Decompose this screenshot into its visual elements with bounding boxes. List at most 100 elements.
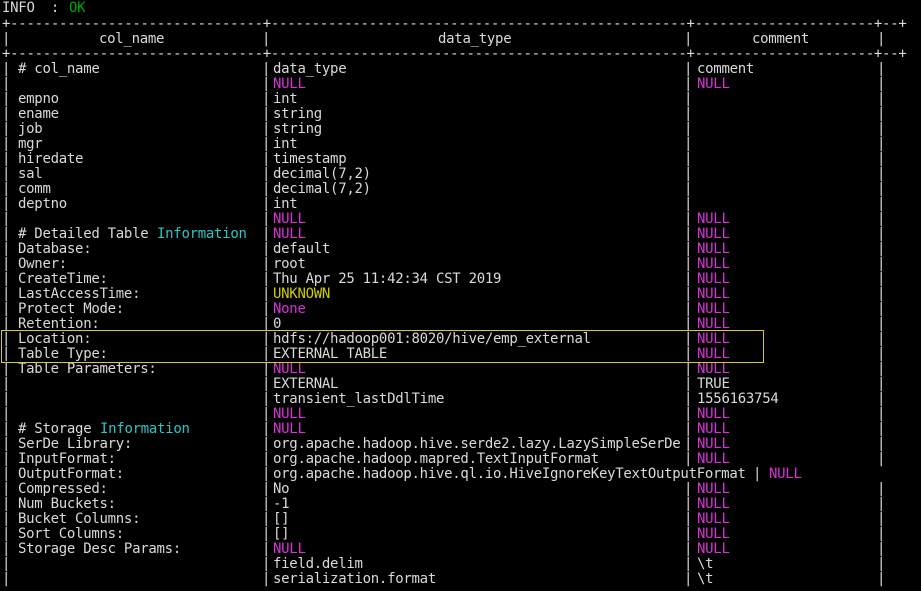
column-border: |: [262, 107, 270, 122]
table-header-row: ||||col_namedata_typecomment: [0, 32, 921, 47]
cell-text: int: [273, 137, 297, 152]
cell-text: decimal(7,2): [273, 182, 371, 197]
table-row: ||||serialization.format\t: [0, 572, 921, 587]
cell-text: NULL: [273, 362, 306, 377]
column-border: |: [877, 197, 885, 212]
cell-text: hiredate: [18, 152, 83, 167]
table-row: ||||enamestring: [0, 107, 921, 122]
column-border: |: [262, 62, 270, 77]
cell-text: NULL: [273, 407, 306, 422]
cell-text: NULL: [697, 542, 730, 557]
column-border: |: [2, 317, 10, 332]
column-border: |: [2, 257, 10, 272]
column-border: |: [684, 557, 692, 572]
column-border: |: [877, 497, 885, 512]
table-row: ||||deptnoint: [0, 197, 921, 212]
column-border: |: [877, 557, 885, 572]
column-border: |: [684, 32, 692, 47]
column-border: |: [877, 167, 885, 182]
cell-text: mgr: [18, 137, 42, 152]
cell-text: []: [273, 512, 289, 527]
column-border: |: [262, 407, 270, 422]
cell-text: Storage Desc Params:: [18, 542, 181, 557]
cell-text: UNKNOWN: [273, 287, 330, 302]
cell-text: NULL: [273, 542, 306, 557]
column-border: |: [2, 182, 10, 197]
table-border-top: +-------------------------------+-------…: [0, 17, 921, 32]
column-border: |: [2, 407, 10, 422]
column-border: |: [877, 407, 885, 422]
cell-text: NULL: [697, 437, 730, 452]
column-border: |: [262, 347, 270, 362]
column-border: |: [2, 137, 10, 152]
cell-text: NULL: [697, 272, 730, 287]
cell-text: Database:: [18, 242, 91, 257]
column-border: |: [877, 122, 885, 137]
column-border: |: [2, 452, 10, 467]
column-border: |: [877, 212, 885, 227]
column-header: col_name: [99, 32, 164, 47]
column-border: |: [684, 407, 692, 422]
cell-text: 0: [273, 317, 281, 332]
terminal-screen[interactable]: INFO :OK+-------------------------------…: [0, 0, 921, 591]
column-border: |: [684, 332, 692, 347]
cell-text: Retention:: [18, 317, 100, 332]
column-border: |: [877, 542, 885, 557]
table-row: ||||Sort Columns:[]NULL: [0, 527, 921, 542]
column-border: |: [262, 377, 270, 392]
table-row: ||||NULLNULL: [0, 212, 921, 227]
column-border: |: [684, 77, 692, 92]
column-border: |: [2, 107, 10, 122]
column-border: |: [2, 272, 10, 287]
column-border: |: [684, 122, 692, 137]
cell-text: CreateTime:: [18, 272, 108, 287]
table-row: ||||LastAccessTime:UNKNOWNNULL: [0, 287, 921, 302]
cell-text: Bucket Columns:: [18, 512, 140, 527]
column-border: |: [877, 512, 885, 527]
column-border: |: [262, 332, 270, 347]
cell-text: EXTERNAL TABLE: [273, 347, 387, 362]
table-row: ||||Compressed:NoNULL: [0, 482, 921, 497]
status-line: INFO :OK: [0, 1, 921, 16]
column-border: |: [262, 437, 270, 452]
column-border: |: [684, 482, 692, 497]
column-border: |: [684, 137, 692, 152]
cell-text: NULL: [697, 77, 730, 92]
column-border: |: [684, 62, 692, 77]
column-border: |: [684, 167, 692, 182]
cell-text: NULL: [697, 512, 730, 527]
column-border: |: [684, 152, 692, 167]
cell-text: NULL: [273, 212, 306, 227]
cell-text: Owner:: [18, 257, 67, 272]
cell-text: NULL: [697, 242, 730, 257]
table-border: +-------------------------------+-------…: [2, 47, 907, 62]
table-row: ||||CreateTime:Thu Apr 25 11:42:34 CST 2…: [0, 272, 921, 287]
column-border: |: [684, 212, 692, 227]
table-row: ||||# StorageInformationNULLNULL: [0, 422, 921, 437]
cell-text: NULL: [697, 332, 730, 347]
column-border: |: [262, 302, 270, 317]
column-border: |: [684, 227, 692, 242]
column-border: |: [684, 257, 692, 272]
column-border: |: [684, 572, 692, 587]
column-border: |: [877, 92, 885, 107]
cell-text: serialization.format: [273, 572, 436, 587]
cell-text: Sort Columns:: [18, 527, 124, 542]
column-border: |: [684, 347, 692, 362]
cell-text: InputFormat:: [18, 452, 116, 467]
cell-text: NULL: [697, 497, 730, 512]
cell-text: []: [273, 527, 289, 542]
column-border: |: [262, 212, 270, 227]
table-row: ||||Protect Mode:NoneNULL: [0, 302, 921, 317]
column-border: |: [684, 242, 692, 257]
table-row: ||||commdecimal(7,2): [0, 182, 921, 197]
table-row: ||||# Detailed TableInformationNULLNULL: [0, 227, 921, 242]
column-border: |: [877, 107, 885, 122]
column-border: |: [877, 572, 885, 587]
column-border: |: [262, 92, 270, 107]
table-row: ||||Retention:0NULL: [0, 317, 921, 332]
cell-text: sal: [18, 167, 42, 182]
column-border: |: [262, 122, 270, 137]
column-border: |: [262, 182, 270, 197]
column-border: |: [2, 512, 10, 527]
